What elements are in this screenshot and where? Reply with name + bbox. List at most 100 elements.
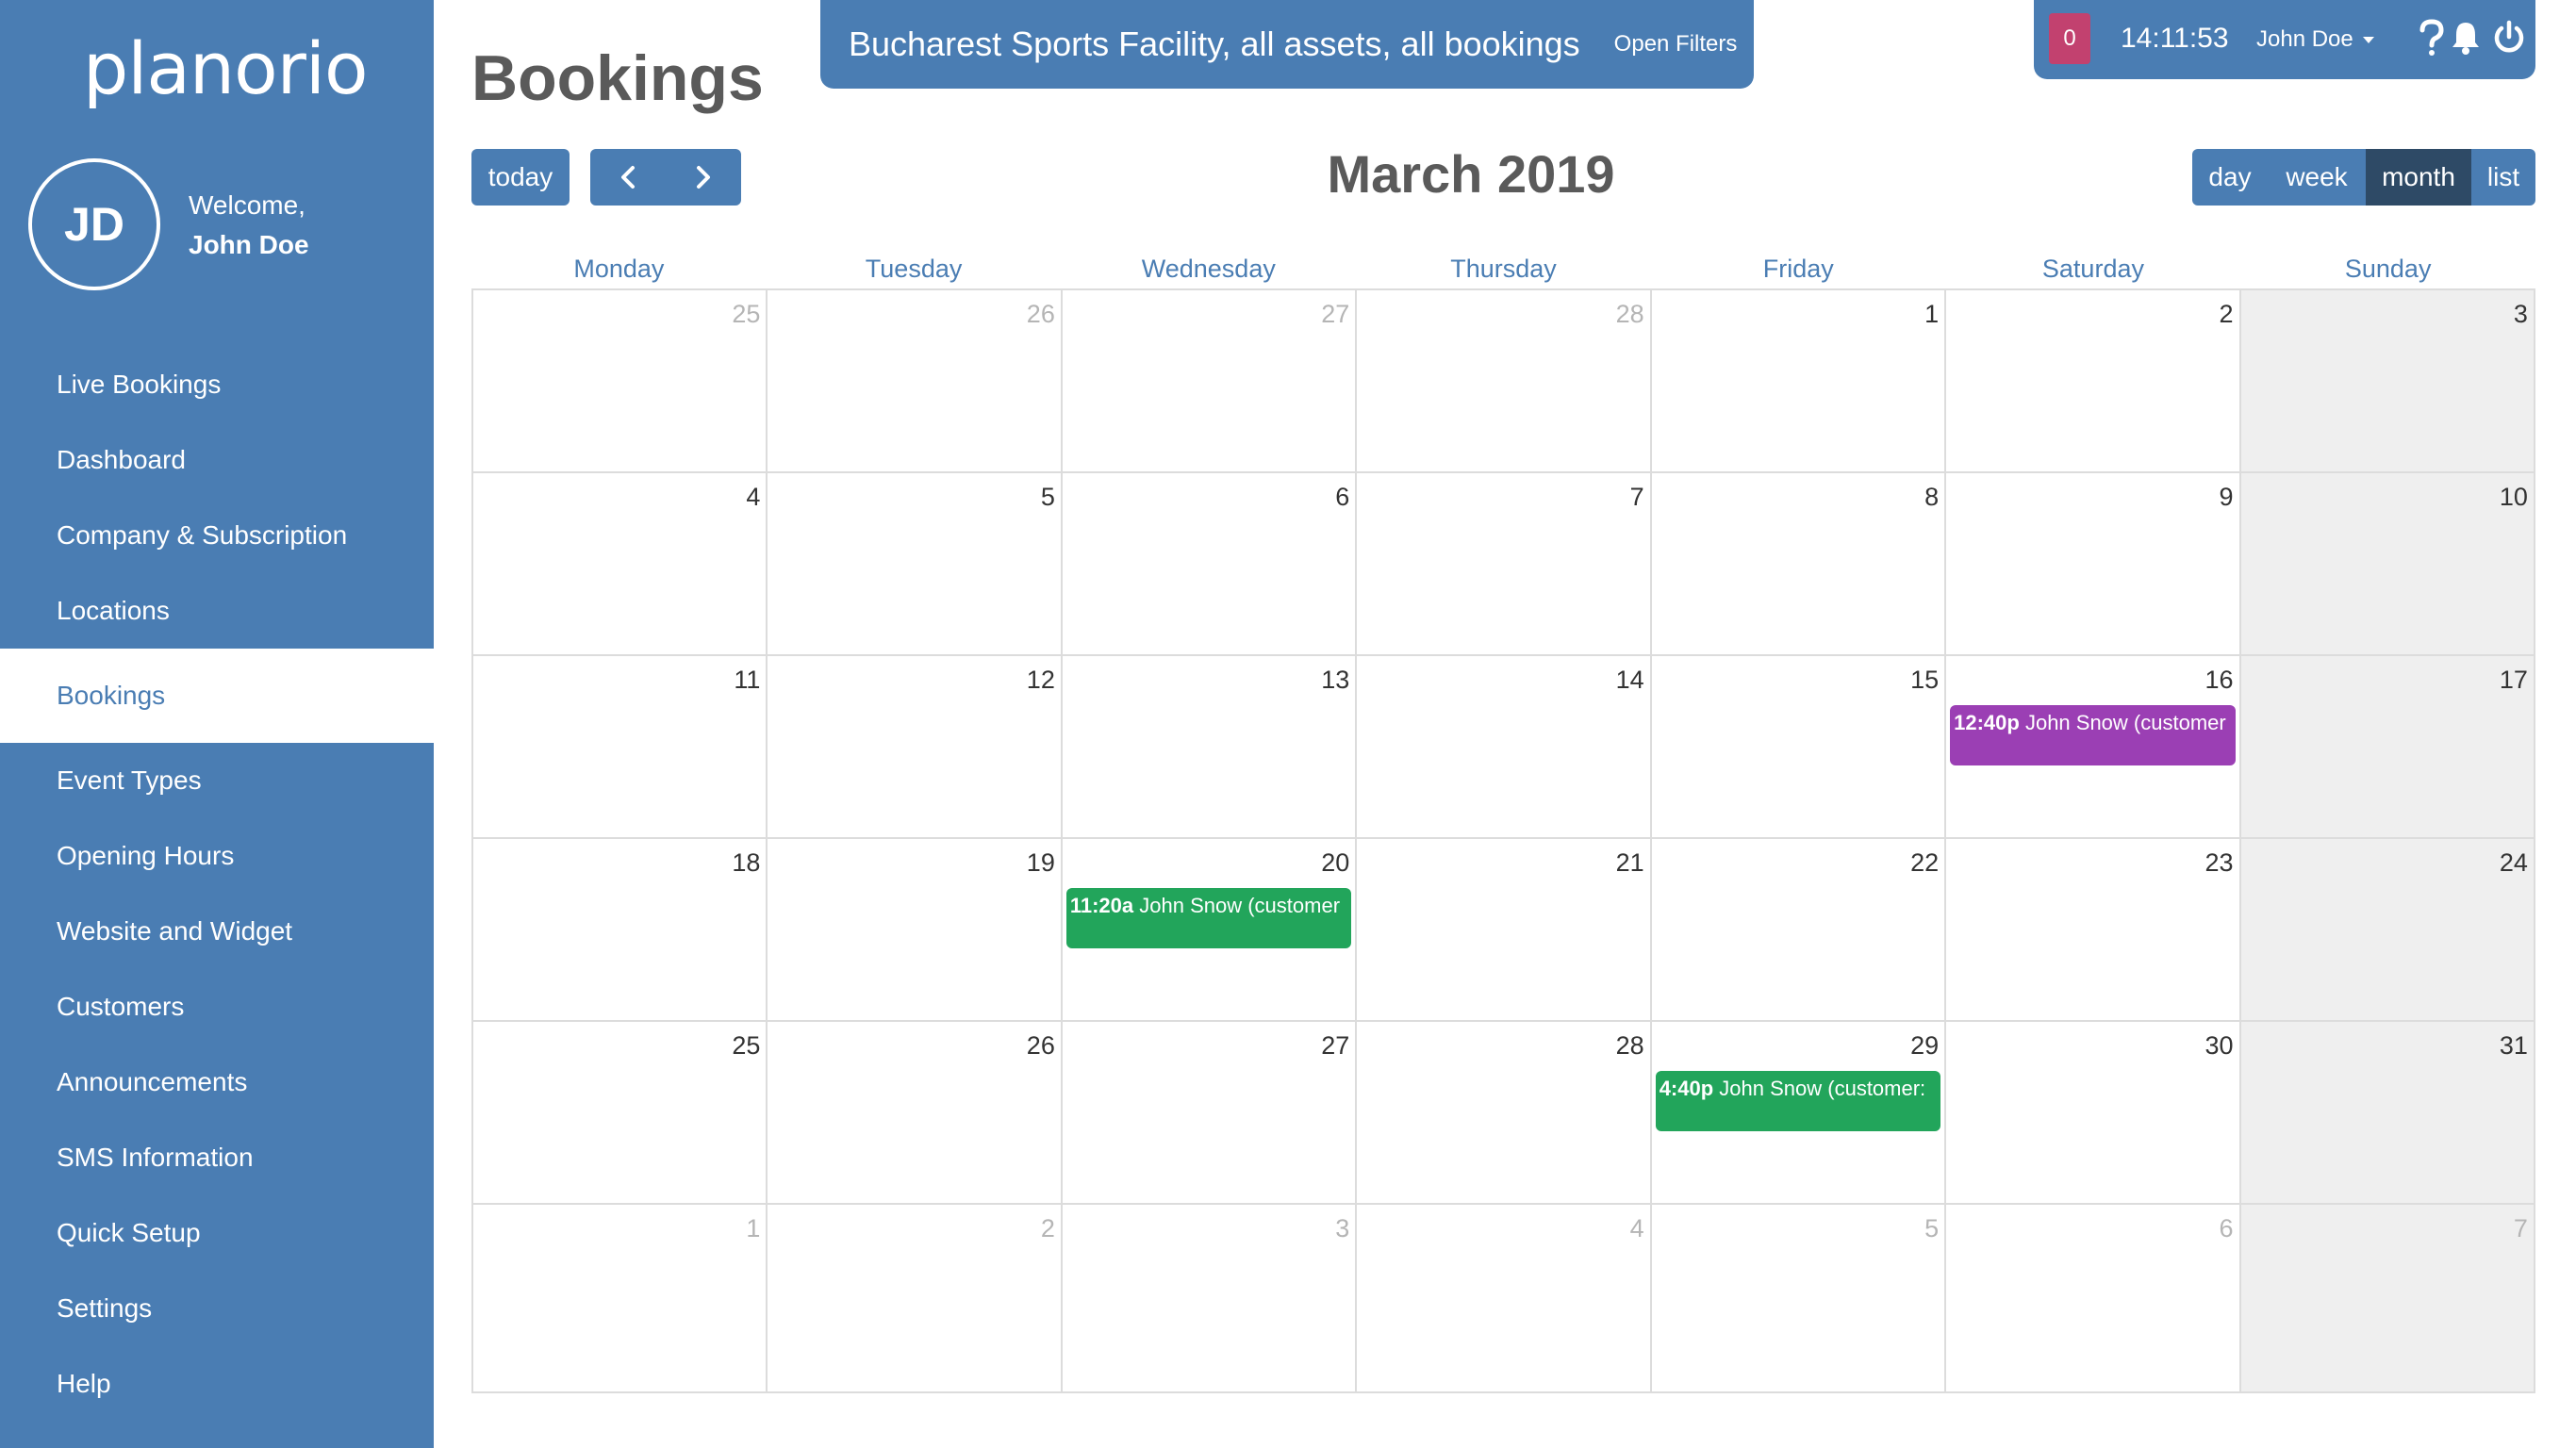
calendar-event[interactable]: 12:40p John Snow (customer <box>1950 705 2236 765</box>
day-number: 5 <box>1040 483 1055 511</box>
calendar-day-cell[interactable]: 1 <box>1651 290 1947 473</box>
day-number: 2 <box>1040 1214 1055 1242</box>
view-month-button[interactable]: month <box>2366 149 2471 206</box>
calendar-day-cell[interactable]: 20 11:20a John Snow (customer <box>1062 839 1358 1022</box>
calendar-day-cell[interactable]: 26 <box>768 1022 1063 1205</box>
welcome-name: John Doe <box>189 230 309 259</box>
calendar-day-cell[interactable]: 3 <box>2240 290 2535 473</box>
planorio-logo[interactable]: planorio <box>83 26 368 110</box>
bell-icon[interactable] <box>2445 17 2486 58</box>
sidebar-item-help[interactable]: Help <box>0 1346 434 1422</box>
sidebar-item-locations[interactable]: Locations <box>0 573 434 649</box>
sidebar: planorio JD Welcome, John Doe Live Booki… <box>0 0 434 1448</box>
calendar-day-cell[interactable]: 29 4:40p John Snow (customer: <box>1651 1022 1947 1205</box>
sidebar-item-website-widget[interactable]: Website and Widget <box>0 894 434 969</box>
next-button[interactable] <box>666 149 741 206</box>
calendar-day-cell[interactable]: 23 <box>1946 839 2241 1022</box>
calendar-event[interactable]: 11:20a John Snow (customer <box>1065 888 1352 948</box>
power-icon[interactable] <box>2488 17 2530 58</box>
calendar-day-cell[interactable]: 22 <box>1651 839 1947 1022</box>
calendar-day-cell[interactable]: 17 <box>2240 656 2535 839</box>
open-filters-link[interactable]: Open Filters <box>1614 31 1738 58</box>
calendar-day-cell[interactable]: 7 <box>2240 1205 2535 1393</box>
sidebar-item-settings[interactable]: Settings <box>0 1271 434 1346</box>
notification-badge[interactable]: 0 <box>2049 13 2090 64</box>
month-calendar: Monday Tuesday Wednesday Thursday Friday… <box>471 243 2535 1393</box>
calendar-day-cell[interactable]: 31 <box>2240 1022 2535 1205</box>
calendar-day-cell[interactable]: 7 <box>1357 473 1652 656</box>
sidebar-item-company-subscription[interactable]: Company & Subscription <box>0 498 434 573</box>
calendar-day-cell[interactable]: 10 <box>2240 473 2535 656</box>
calendar-week-row: 11 12 13 14 15 16 12:40p John Snow (customer 17 <box>473 656 2535 839</box>
calendar-day-cell[interactable]: 18 <box>473 839 768 1022</box>
day-number: 8 <box>1924 483 1940 511</box>
caret-down-icon <box>2362 37 2374 44</box>
calendar-day-cell[interactable]: 25 <box>473 290 768 473</box>
day-number: 27 <box>1321 1031 1350 1060</box>
day-number: 5 <box>1924 1214 1940 1242</box>
sidebar-item-event-types[interactable]: Event Types <box>0 743 434 818</box>
sidebar-item-bookings[interactable]: Bookings <box>0 649 434 743</box>
calendar-day-cell[interactable]: 5 <box>768 473 1063 656</box>
day-number: 7 <box>2513 1214 2528 1242</box>
day-number: 15 <box>1910 666 1940 694</box>
calendar-day-cell[interactable]: 13 <box>1062 656 1358 839</box>
calendar-day-cell[interactable]: 2 <box>768 1205 1063 1393</box>
view-list-button[interactable]: list <box>2471 149 2535 206</box>
calendar-day-cell[interactable]: 6 <box>1062 473 1358 656</box>
day-number: 28 <box>1615 1031 1644 1060</box>
weekday-label: Monday <box>573 255 665 283</box>
calendar-day-cell[interactable]: 4 <box>1357 1205 1652 1393</box>
calendar-day-cell[interactable]: 25 <box>473 1022 768 1205</box>
calendar-day-cell[interactable]: 24 <box>2240 839 2535 1022</box>
sidebar-item-live-bookings[interactable]: Live Bookings <box>0 347 434 422</box>
calendar-day-cell[interactable]: 16 12:40p John Snow (customer <box>1946 656 2241 839</box>
today-button[interactable]: today <box>471 149 570 206</box>
calendar-day-cell[interactable]: 15 <box>1651 656 1947 839</box>
sidebar-item-sms-information[interactable]: SMS Information <box>0 1120 434 1195</box>
calendar-day-cell[interactable]: 30 <box>1946 1022 2241 1205</box>
calendar-week-row: 1 2 3 4 5 6 7 <box>473 1205 2535 1393</box>
sidebar-item-opening-hours[interactable]: Opening Hours <box>0 818 434 894</box>
calendar-day-cell[interactable]: 4 <box>473 473 768 656</box>
sidebar-item-dashboard[interactable]: Dashboard <box>0 422 434 498</box>
calendar-day-cell[interactable]: 9 <box>1946 473 2241 656</box>
calendar-week-row: 25 26 27 28 29 4:40p John Snow (customer: 30 31 <box>473 1022 2535 1205</box>
day-number: 27 <box>1321 300 1350 328</box>
calendar-event[interactable]: 4:40p John Snow (customer: <box>1655 1071 1941 1131</box>
user-menu[interactable]: John Doe <box>2256 26 2374 53</box>
calendar-day-cell[interactable]: 2 <box>1946 290 2241 473</box>
calendar-day-cell[interactable]: 12 <box>768 656 1063 839</box>
day-number: 6 <box>2219 1214 2234 1242</box>
day-number: 24 <box>2499 848 2528 877</box>
event-time: 11:20a <box>1069 894 1134 917</box>
sidebar-item-customers[interactable]: Customers <box>0 969 434 1045</box>
calendar-day-cell[interactable]: 6 <box>1946 1205 2241 1393</box>
calendar-day-cell[interactable]: 26 <box>768 290 1063 473</box>
calendar-week-row: 25 26 27 28 1 2 3 <box>473 290 2535 473</box>
calendar-day-cell[interactable]: 19 <box>768 839 1063 1022</box>
calendar-day-cell[interactable]: 27 <box>1062 1022 1358 1205</box>
calendar-day-cell[interactable]: 28 <box>1357 1022 1652 1205</box>
prev-button[interactable] <box>590 149 666 206</box>
chevron-left-icon <box>621 166 635 189</box>
view-week-button[interactable]: week <box>2268 149 2366 206</box>
weekday-label: Tuesday <box>865 255 963 283</box>
day-number: 3 <box>2513 300 2528 328</box>
calendar-day-cell[interactable]: 27 <box>1062 290 1358 473</box>
calendar-day-cell[interactable]: 11 <box>473 656 768 839</box>
calendar-day-cell[interactable]: 5 <box>1651 1205 1947 1393</box>
event-title: John Snow (customer: <box>1719 1077 1926 1100</box>
calendar-day-cell[interactable]: 1 <box>473 1205 768 1393</box>
calendar-day-cell[interactable]: 8 <box>1651 473 1947 656</box>
view-switcher: day week month list <box>2192 149 2535 206</box>
sidebar-item-quick-setup[interactable]: Quick Setup <box>0 1195 434 1271</box>
calendar-day-cell[interactable]: 14 <box>1357 656 1652 839</box>
view-day-button[interactable]: day <box>2192 149 2268 206</box>
filter-banner[interactable]: Bucharest Sports Facility, all assets, a… <box>820 0 1754 89</box>
calendar-day-cell[interactable]: 28 <box>1357 290 1652 473</box>
weekday-header: Monday Tuesday Wednesday Thursday Friday… <box>471 243 2535 288</box>
calendar-day-cell[interactable]: 3 <box>1062 1205 1358 1393</box>
calendar-day-cell[interactable]: 21 <box>1357 839 1652 1022</box>
sidebar-item-announcements[interactable]: Announcements <box>0 1045 434 1120</box>
